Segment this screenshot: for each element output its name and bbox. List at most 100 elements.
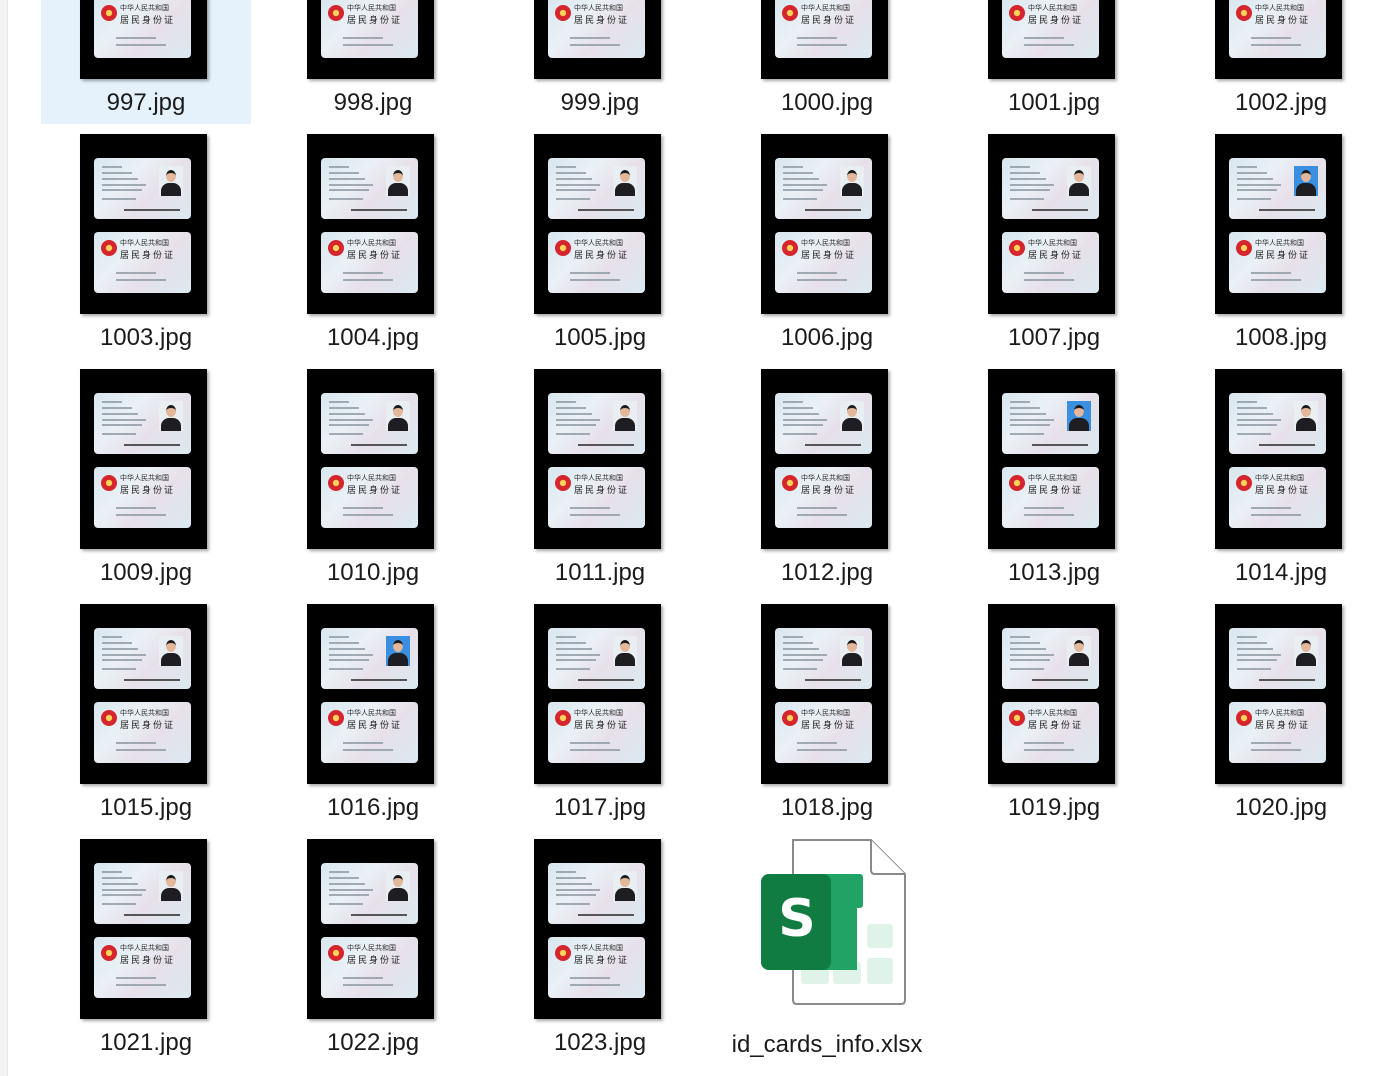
id-card-back: 中华人民共和国 居民身份证 xyxy=(775,702,872,763)
card-text-line xyxy=(343,272,383,274)
national-emblem-icon xyxy=(101,710,117,726)
card-subtitle: 居民身份证 xyxy=(347,721,403,731)
id-card-front xyxy=(94,863,191,924)
image-thumbnail: 中华人民共和国 居民身份证 xyxy=(307,0,434,79)
file-name-label: 1005.jpg xyxy=(553,324,647,351)
card-text-line xyxy=(329,883,365,885)
card-text-line xyxy=(1024,44,1074,46)
portrait-head xyxy=(1301,170,1311,182)
file-name-label: id_cards_info.xlsx xyxy=(731,1031,923,1058)
file-item[interactable]: 中华人民共和国 居民身份证 1013.jpg xyxy=(949,359,1159,594)
portrait-head xyxy=(1074,405,1084,417)
id-card-back: 中华人民共和国 居民身份证 xyxy=(548,0,645,58)
card-text-line xyxy=(570,977,610,979)
card-text-line xyxy=(556,198,590,200)
file-item[interactable]: 中华人民共和国 居民身份证 1022.jpg xyxy=(268,829,478,1064)
card-text-line xyxy=(1024,37,1064,39)
file-item[interactable]: 中华人民共和国 居民身份证 1019.jpg xyxy=(949,594,1159,829)
national-emblem-icon xyxy=(1236,5,1252,21)
file-item[interactable]: 中华人民共和国 居民身份证 1002.jpg xyxy=(1176,0,1373,124)
file-item[interactable]: 中华人民共和国 居民身份证 1021.jpg xyxy=(41,829,251,1064)
file-item[interactable]: 中华人民共和国 居民身份证 997.jpg xyxy=(41,0,251,124)
portrait-photo xyxy=(386,871,410,901)
card-text-line xyxy=(1251,279,1301,281)
id-card-front xyxy=(1002,393,1099,454)
card-text-line xyxy=(556,172,586,174)
file-item[interactable]: 中华人民共和国 居民身份证 1006.jpg xyxy=(722,124,932,359)
portrait-photo xyxy=(159,401,183,431)
file-item[interactable]: 中华人民共和国 居民身份证 1012.jpg xyxy=(722,359,932,594)
card-text-line xyxy=(1251,507,1291,509)
id-card-front xyxy=(1229,393,1326,454)
file-explorer-view: 中华人民共和国 居民身份证 997.jpg 中华人民共和国 居民身份证 998.jpg 中华… xyxy=(0,0,1373,1076)
card-text-line xyxy=(102,642,132,644)
card-subtitle: 居民身份证 xyxy=(574,956,630,966)
portrait-body xyxy=(388,418,408,431)
id-card-back: 中华人民共和国 居民身份证 xyxy=(548,232,645,293)
card-text-line xyxy=(102,419,146,421)
id-card-front xyxy=(1002,628,1099,689)
portrait-photo xyxy=(1067,636,1091,666)
card-text-line xyxy=(329,877,359,879)
card-subtitle: 居民身份证 xyxy=(1255,486,1311,496)
file-item[interactable]: 中华人民共和国 居民身份证 1008.jpg xyxy=(1176,124,1373,359)
card-text-line xyxy=(1024,742,1064,744)
file-item[interactable]: 中华人民共和国 居民身份证 1003.jpg xyxy=(41,124,251,359)
national-emblem-icon xyxy=(782,240,798,256)
card-text-line xyxy=(1237,648,1273,650)
card-text-line xyxy=(1237,668,1271,670)
portrait-photo xyxy=(613,166,637,196)
card-text-line xyxy=(329,871,349,873)
card-text-line xyxy=(102,636,122,638)
card-text-line xyxy=(1237,407,1267,409)
card-text-line xyxy=(116,44,166,46)
card-title: 中华人民共和国 xyxy=(574,239,623,247)
card-text-line xyxy=(329,184,373,186)
image-thumbnail: 中华人民共和国 居民身份证 xyxy=(307,369,434,549)
card-text-line xyxy=(329,636,349,638)
file-item[interactable]: 中华人民共和国 居民身份证 998.jpg xyxy=(268,0,478,124)
id-number-line xyxy=(578,679,634,681)
card-text-line xyxy=(797,37,837,39)
id-number-line xyxy=(351,444,407,446)
card-text-line xyxy=(329,424,369,426)
file-item[interactable]: 中华人民共和国 居民身份证 1017.jpg xyxy=(495,594,705,829)
file-item[interactable]: 中华人民共和国 居民身份证 1014.jpg xyxy=(1176,359,1373,594)
portrait-photo xyxy=(159,166,183,196)
national-emblem-icon xyxy=(782,475,798,491)
file-item[interactable]: 中华人民共和国 居民身份证 1018.jpg xyxy=(722,594,932,829)
file-item[interactable]: 中华人民共和国 居民身份证 1020.jpg xyxy=(1176,594,1373,829)
file-item[interactable]: 中华人民共和国 居民身份证 1023.jpg xyxy=(495,829,705,1064)
file-item[interactable]: 中华人民共和国 居民身份证 1004.jpg xyxy=(268,124,478,359)
file-item[interactable]: 中华人民共和国 居民身份证 1010.jpg xyxy=(268,359,478,594)
card-text-line xyxy=(116,514,166,516)
card-title: 中华人民共和国 xyxy=(120,709,169,717)
file-item[interactable]: 中华人民共和国 居民身份证 999.jpg xyxy=(495,0,705,124)
id-card-back: 中华人民共和国 居民身份证 xyxy=(321,232,418,293)
file-item[interactable]: 中华人民共和国 居民身份证 1005.jpg xyxy=(495,124,705,359)
file-item[interactable]: 中华人民共和国 居民身份证 1009.jpg xyxy=(41,359,251,594)
file-item[interactable]: 中华人民共和国 居民身份证 1015.jpg xyxy=(41,594,251,829)
card-subtitle: 居民身份证 xyxy=(1255,251,1311,261)
card-title: 中华人民共和国 xyxy=(574,4,623,12)
file-item[interactable]: 中华人民共和国 居民身份证 1000.jpg xyxy=(722,0,932,124)
card-text-line xyxy=(1251,514,1301,516)
card-text-line xyxy=(783,642,813,644)
card-text-line xyxy=(102,659,142,661)
card-title: 中华人民共和国 xyxy=(1028,709,1077,717)
file-item[interactable]: 中华人民共和国 居民身份证 1011.jpg xyxy=(495,359,705,594)
id-card-front xyxy=(1229,158,1326,219)
portrait-head xyxy=(393,170,403,182)
id-card-front xyxy=(321,158,418,219)
file-item[interactable]: 中华人民共和国 居民身份证 1001.jpg xyxy=(949,0,1159,124)
file-item[interactable]: 中华人民共和国 居民身份证 1007.jpg xyxy=(949,124,1159,359)
national-emblem-icon xyxy=(1009,240,1025,256)
file-item[interactable]: 中华人民共和国 居民身份证 1016.jpg xyxy=(268,594,478,829)
card-text-line xyxy=(1010,648,1046,650)
card-title: 中华人民共和国 xyxy=(1028,239,1077,247)
card-text-line xyxy=(556,424,596,426)
portrait-head xyxy=(847,640,857,652)
file-name-label: 1009.jpg xyxy=(99,559,193,586)
file-name-label: 1004.jpg xyxy=(326,324,420,351)
file-item-spreadsheet[interactable]: Sid_cards_info.xlsx xyxy=(722,829,932,1064)
